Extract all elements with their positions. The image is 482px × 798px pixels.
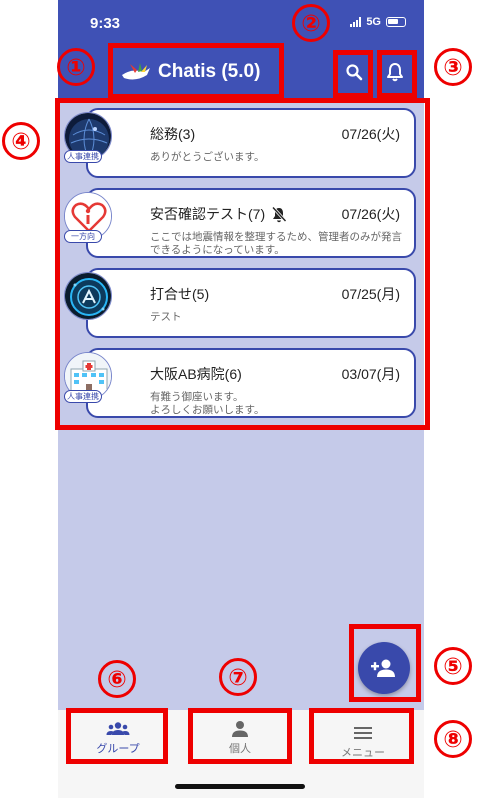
chat-name: 打合せ(5) <box>150 286 210 302</box>
chat-card[interactable]: 大阪AB病院(6) 03/07(月) 有難う御座います。 よろしくお願いします。 <box>86 348 416 418</box>
chat-last-message: テスト <box>150 311 182 323</box>
chat-name: 安否確認テスト(7) <box>150 204 287 224</box>
signal-icon <box>350 17 362 27</box>
chat-item[interactable]: 大阪AB病院(6) 03/07(月) 有難う御座います。 よろしくお願いします。 <box>60 344 422 422</box>
nav-personal-label: 個人 <box>229 743 251 755</box>
chat-card[interactable]: 安否確認テスト(7) 07/26(火) ここでは地震情報を整理するため、管理者の… <box>86 188 416 258</box>
menu-icon <box>354 727 372 739</box>
chat-tag: 人事連携 <box>64 150 102 163</box>
nav-menu-label: メニュー <box>341 747 385 759</box>
bell-icon <box>387 63 403 82</box>
app-bar: Chatis (5.0) <box>58 46 424 98</box>
chat-date: 07/25(月) <box>341 286 400 302</box>
chat-tag: 一方向 <box>64 230 102 243</box>
network-label: 5G <box>366 16 381 28</box>
chat-last-message: 有難う御座います。 よろしくお願いします。 <box>150 391 265 416</box>
nav-group-label: グループ <box>96 743 140 755</box>
annotation-number-7: ⑦ <box>219 658 257 696</box>
chat-card[interactable]: 打合せ(5) 07/25(月) テスト <box>86 268 416 338</box>
chatis-logo-icon <box>122 63 150 80</box>
chat-date: 07/26(火) <box>341 206 400 222</box>
bell-off-icon <box>272 205 287 222</box>
chat-tag: 人事連携 <box>64 390 102 403</box>
annotation-number-8: ⑧ <box>434 720 472 758</box>
annotation-number-2: ② <box>292 4 330 42</box>
chat-list: 総務(3) 07/26(火) ありがとうございます。 人事連携 安否確認テスト(… <box>60 104 422 424</box>
chat-item[interactable]: 打合せ(5) 07/25(月) テスト <box>60 264 422 342</box>
group-icon <box>106 722 130 735</box>
person-icon <box>232 721 248 737</box>
status-bar: 9:33 5G <box>58 0 424 46</box>
search-button[interactable] <box>340 58 368 86</box>
chat-item[interactable]: 総務(3) 07/26(火) ありがとうございます。 人事連携 <box>60 104 422 182</box>
chat-name: 総務(3) <box>150 126 196 142</box>
nav-group-tab[interactable]: グループ <box>73 718 163 756</box>
person-add-icon <box>371 659 395 677</box>
chat-name: 大阪AB病院(6) <box>150 366 242 382</box>
status-time: 9:33 <box>90 15 121 32</box>
chat-item[interactable]: 安否確認テスト(7) 07/26(火) ここでは地震情報を整理するため、管理者の… <box>60 184 422 262</box>
notification-button[interactable] <box>381 58 409 86</box>
chat-last-message: ありがとうございます。 <box>150 151 265 163</box>
status-indicators: 5G <box>350 16 406 28</box>
chat-date: 07/26(火) <box>341 126 400 142</box>
annotation-number-1: ① <box>57 48 95 86</box>
nav-menu-tab[interactable]: メニュー <box>318 722 408 760</box>
app-title-text: Chatis (5.0) <box>158 61 261 82</box>
chat-last-message: ここでは地震情報を整理するため、管理者のみが発言 できるようになっています。 <box>150 231 402 256</box>
tech-avatar <box>64 272 112 320</box>
chat-card[interactable]: 総務(3) 07/26(火) ありがとうございます。 <box>86 108 416 178</box>
home-indicator <box>175 784 305 789</box>
add-friend-button[interactable] <box>358 642 410 694</box>
battery-icon <box>386 17 406 27</box>
app-title: Chatis (5.0) <box>120 54 260 90</box>
annotation-number-3: ③ <box>434 48 472 86</box>
annotation-number-4: ④ <box>2 122 40 160</box>
nav-personal-tab[interactable]: 個人 <box>195 718 285 756</box>
annotation-number-5: ⑤ <box>434 647 472 685</box>
search-icon <box>346 64 363 81</box>
chat-date: 03/07(月) <box>341 366 400 382</box>
annotation-number-6: ⑥ <box>98 660 136 698</box>
